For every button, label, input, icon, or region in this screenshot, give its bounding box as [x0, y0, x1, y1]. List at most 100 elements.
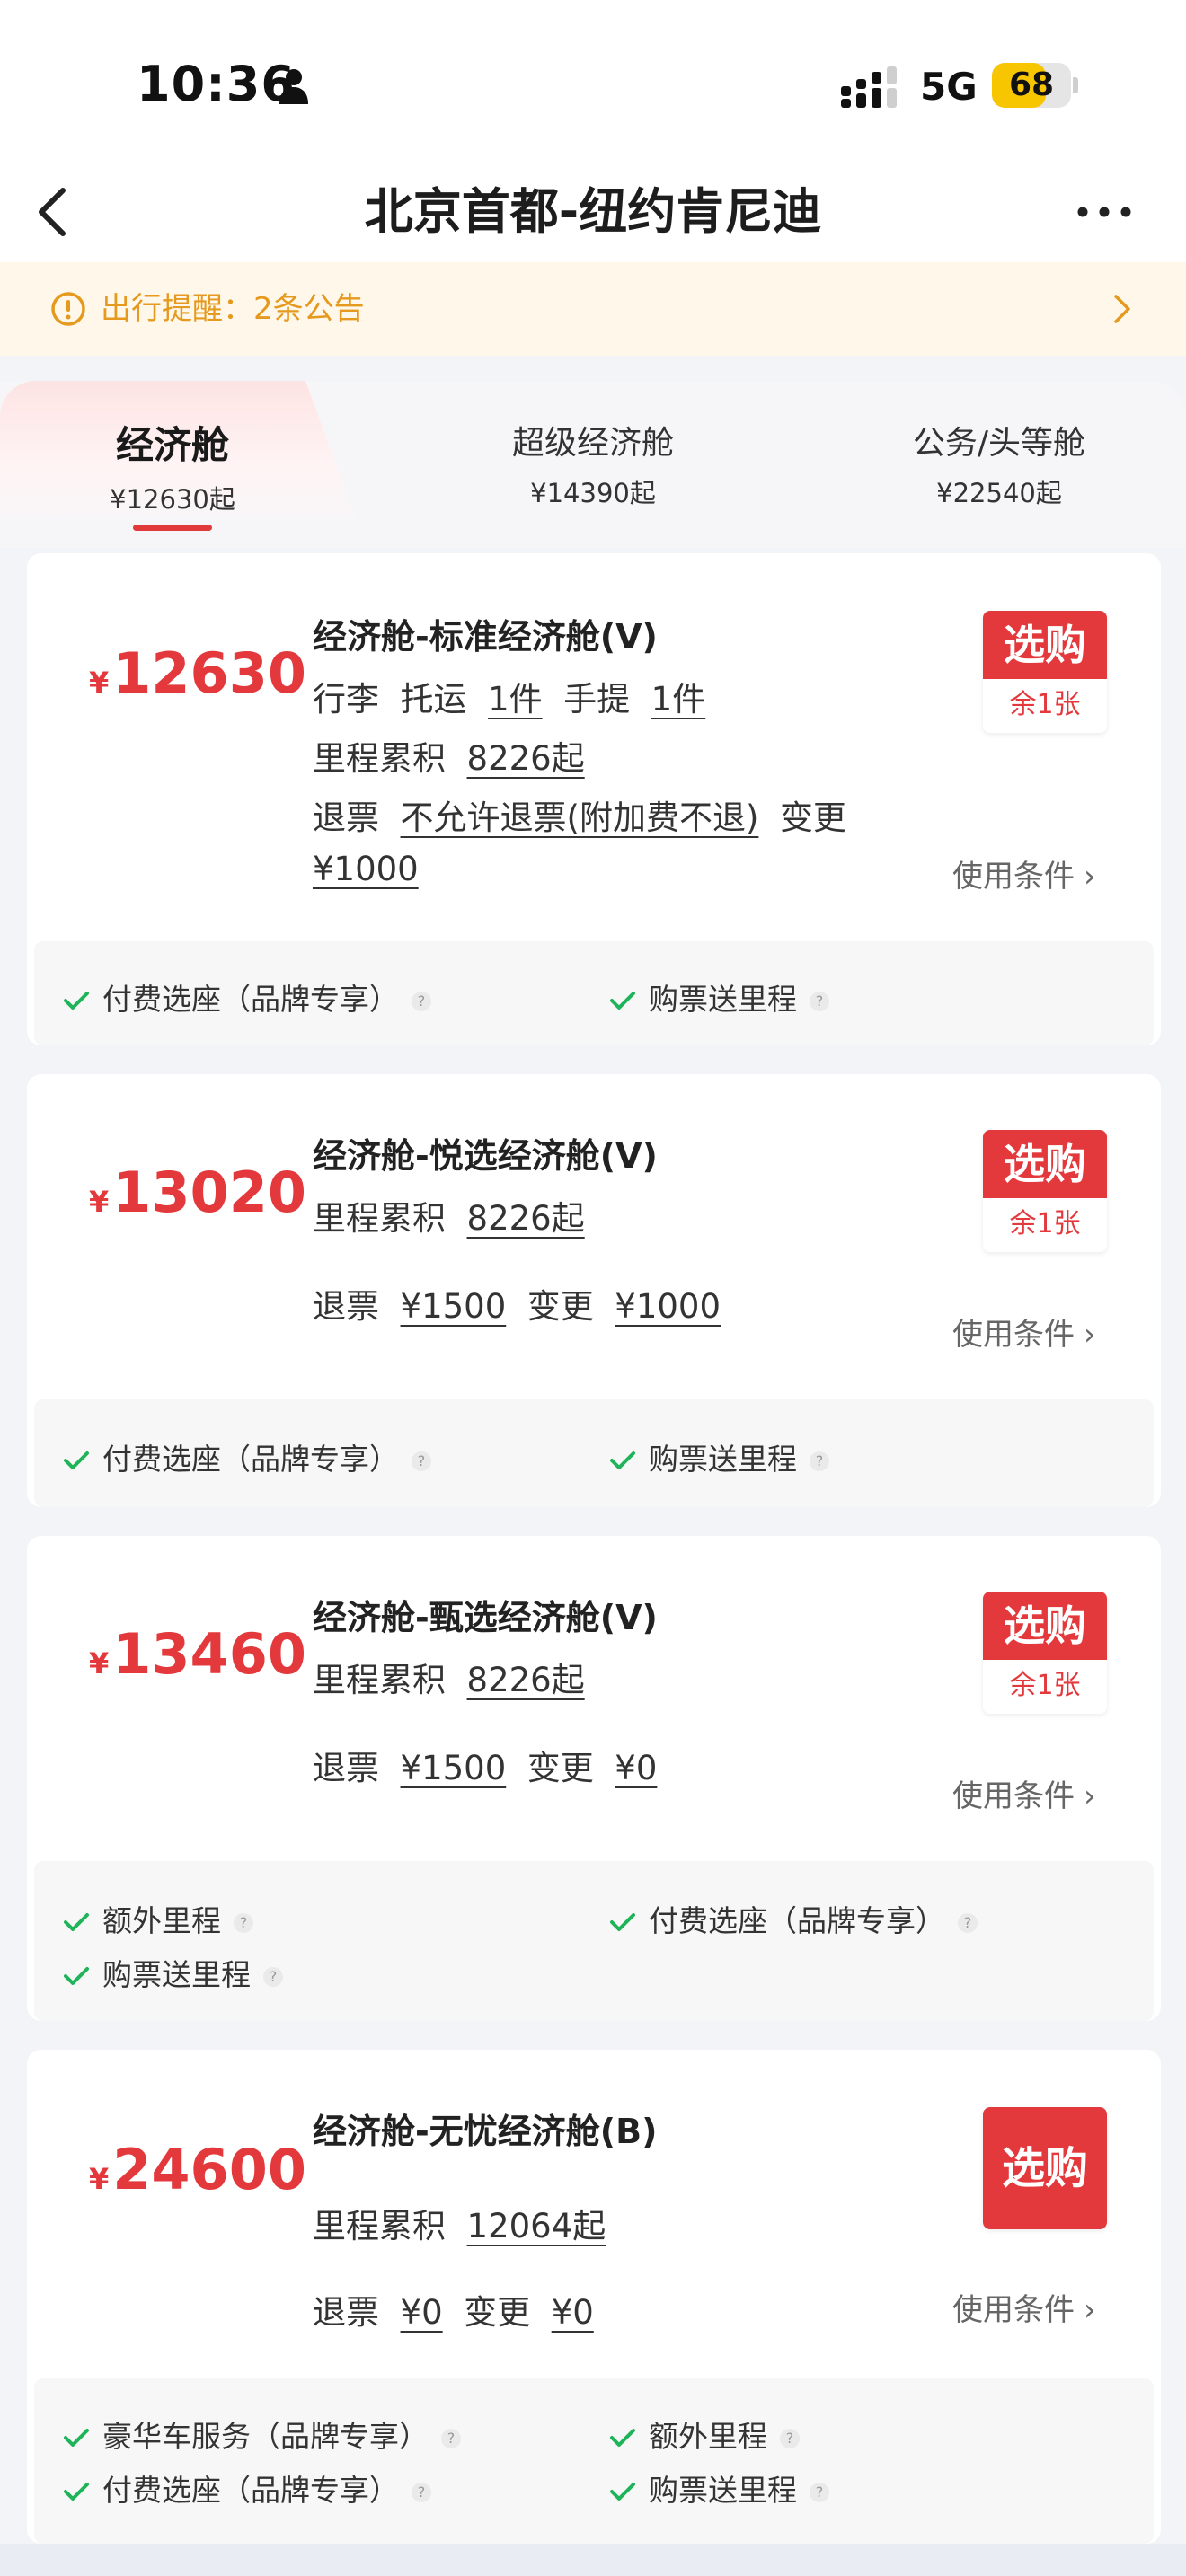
tab-price: ¥14390起 — [530, 478, 656, 508]
fare-card: ¥13020 经济舱-悦选经济舱(V) 里程累积 8226起 退票 ¥1500 … — [27, 1074, 1161, 1507]
navigation-bar: 北京首都-纽约肯尼迪 — [0, 162, 1186, 262]
feature-item: 购票送里程? — [63, 1951, 283, 1994]
buy-button-label: 选购 — [983, 1592, 1107, 1660]
fare-title: 经济舱-悦选经济舱(V) — [313, 1136, 658, 1176]
check-icon — [64, 1967, 89, 1985]
check-icon — [610, 1451, 635, 1469]
check-icon — [610, 992, 635, 1010]
help-icon[interactable]: ? — [810, 2483, 829, 2502]
check-icon — [64, 2483, 89, 2501]
feature-item: 购票送里程? — [609, 975, 829, 1019]
tab-label: 公务/头等舱 — [912, 425, 1086, 462]
check-icon — [64, 1451, 89, 1469]
fare-features: 额外里程? 付费选座（品牌专享）? 购票送里程? — [34, 1861, 1154, 2021]
remaining-seats: 余1张 — [1009, 1208, 1081, 1239]
travel-notice-bar[interactable]: 出行提醒：2条公告 — [0, 262, 1186, 356]
help-icon[interactable]: ? — [780, 2429, 800, 2448]
help-icon[interactable]: ? — [412, 992, 431, 1011]
battery-icon: 68 — [992, 63, 1071, 108]
feature-item: 购票送里程? — [609, 1435, 829, 1478]
chevron-right-icon: › — [1084, 2292, 1096, 2328]
buy-button[interactable]: 选购 余1张 — [983, 1130, 1107, 1252]
feature-item: 额外里程? — [609, 2413, 800, 2456]
feature-item: 购票送里程? — [609, 2466, 829, 2510]
mileage-info: 里程累积 8226起 — [313, 1199, 585, 1238]
usage-conditions-link[interactable]: 使用条件 › — [952, 1771, 1096, 1815]
refund-info: 退票 ¥0 变更 ¥0 — [313, 2293, 594, 2332]
feature-item: 付费选座（品牌专享）? — [609, 1897, 978, 1940]
help-icon[interactable]: ? — [234, 1913, 253, 1933]
check-icon — [610, 2483, 635, 2501]
help-icon[interactable]: ? — [441, 2429, 461, 2448]
feature-item: 付费选座（品牌专享）? — [63, 975, 431, 1019]
status-time: 10:36 — [137, 56, 296, 112]
more-options-icon[interactable] — [1075, 187, 1134, 237]
status-bar: 10:36 5G 68 — [0, 0, 1186, 162]
back-arrow-icon[interactable] — [31, 181, 75, 243]
buy-button-label: 选购 — [983, 1130, 1107, 1198]
buy-button-label: 选购 — [983, 2107, 1107, 2229]
refund-info: 退票 不允许退票(附加费不退) 变更 — [313, 798, 846, 837]
refund-info: 退票 ¥1500 变更 ¥1000 — [313, 1287, 721, 1326]
check-icon — [64, 1913, 89, 1931]
fare-title: 经济舱-甄选经济舱(V) — [313, 1598, 658, 1637]
usage-conditions-link[interactable]: 使用条件 › — [952, 2285, 1096, 2329]
page-title: 北京首都-纽约肯尼迪 — [364, 183, 822, 240]
fare-card: ¥24600 经济舱-无忧经济舱(B) 里程累积 12064起 退票 ¥0 变更… — [27, 2050, 1161, 2544]
buy-button[interactable]: 选购 — [983, 2107, 1107, 2229]
feature-item: 付费选座（品牌专享）? — [63, 2466, 431, 2510]
chevron-right-icon: › — [1084, 1317, 1096, 1353]
feature-item: 额外里程? — [63, 1897, 253, 1940]
fare-features: 付费选座（品牌专享）? 购票送里程? — [34, 1399, 1154, 1507]
help-icon[interactable]: ? — [810, 1451, 829, 1471]
help-icon[interactable]: ? — [412, 2483, 431, 2502]
remaining-seats: 余1张 — [1009, 689, 1081, 720]
help-icon[interactable]: ? — [412, 1451, 431, 1471]
mileage-info: 里程累积 12064起 — [313, 2207, 606, 2245]
network-label: 5G — [920, 65, 978, 109]
tab-price: ¥12630起 — [110, 484, 235, 515]
fare-price: ¥12630 — [89, 640, 306, 706]
help-icon[interactable]: ? — [263, 1967, 283, 1987]
buy-button[interactable]: 选购 余1张 — [983, 611, 1107, 733]
usage-conditions-link[interactable]: 使用条件 › — [952, 851, 1096, 895]
refund-info: 退票 ¥1500 变更 ¥0 — [313, 1749, 658, 1787]
tab-premium-economy[interactable]: 超级经济舱 ¥14390起 — [458, 381, 728, 548]
mileage-info: 里程累积 8226起 — [313, 1661, 585, 1699]
battery-percent: 68 — [1008, 66, 1055, 103]
baggage-info: 行李 托运 1件 手提 1件 — [313, 680, 706, 719]
fare-title: 经济舱-标准经济舱(V) — [313, 617, 658, 657]
fare-features: 豪华车服务（品牌专享）? 额外里程? 付费选座（品牌专享）? 购票送里程? — [34, 2378, 1154, 2544]
fare-price: ¥24600 — [89, 2137, 306, 2202]
fare-price: ¥13020 — [89, 1160, 306, 1225]
chevron-right-icon: › — [1084, 859, 1096, 895]
tab-economy[interactable]: 经济舱 ¥12630起 — [38, 381, 307, 548]
tab-label: 超级经济舱 — [511, 425, 674, 462]
chevron-right-icon: › — [1084, 1778, 1096, 1814]
feature-item: 付费选座（品牌专享）? — [63, 1435, 431, 1478]
fare-price: ¥13460 — [89, 1621, 306, 1687]
usage-conditions-link[interactable]: 使用条件 › — [952, 1310, 1096, 1354]
cabin-class-tabs: 经济舱 ¥12630起 超级经济舱 ¥14390起 公务/头等舱 ¥22540起 — [0, 381, 1186, 548]
bottom-toolbar-edge — [0, 2544, 1186, 2576]
tab-label: 经济舱 — [115, 423, 229, 467]
help-icon[interactable]: ? — [958, 1913, 978, 1933]
person-icon — [279, 69, 308, 104]
remaining-seats: 余1张 — [1009, 1670, 1081, 1701]
fare-title: 经济舱-无忧经济舱(B) — [313, 2112, 658, 2151]
buy-button[interactable]: 选购 余1张 — [983, 1592, 1107, 1714]
check-icon — [64, 992, 89, 1010]
tab-business-first[interactable]: 公务/头等舱 ¥22540起 — [864, 381, 1134, 548]
fare-card: ¥12630 经济舱-标准经济舱(V) 行李 托运 1件 手提 1件 里程累积 … — [27, 553, 1161, 1045]
info-circle-icon — [51, 292, 85, 326]
battery-cap — [1073, 77, 1078, 93]
change-fee-info: ¥1000 — [313, 850, 419, 888]
check-icon — [610, 2429, 635, 2447]
help-icon[interactable]: ? — [810, 992, 829, 1011]
active-tab-indicator — [133, 525, 212, 531]
fare-card: ¥13460 经济舱-甄选经济舱(V) 里程累积 8226起 退票 ¥1500 … — [27, 1536, 1161, 2021]
check-icon — [64, 2429, 89, 2447]
mileage-info: 里程累积 8226起 — [313, 739, 585, 778]
notice-text: 出行提醒：2条公告 — [101, 291, 365, 327]
buy-button-label: 选购 — [983, 611, 1107, 679]
